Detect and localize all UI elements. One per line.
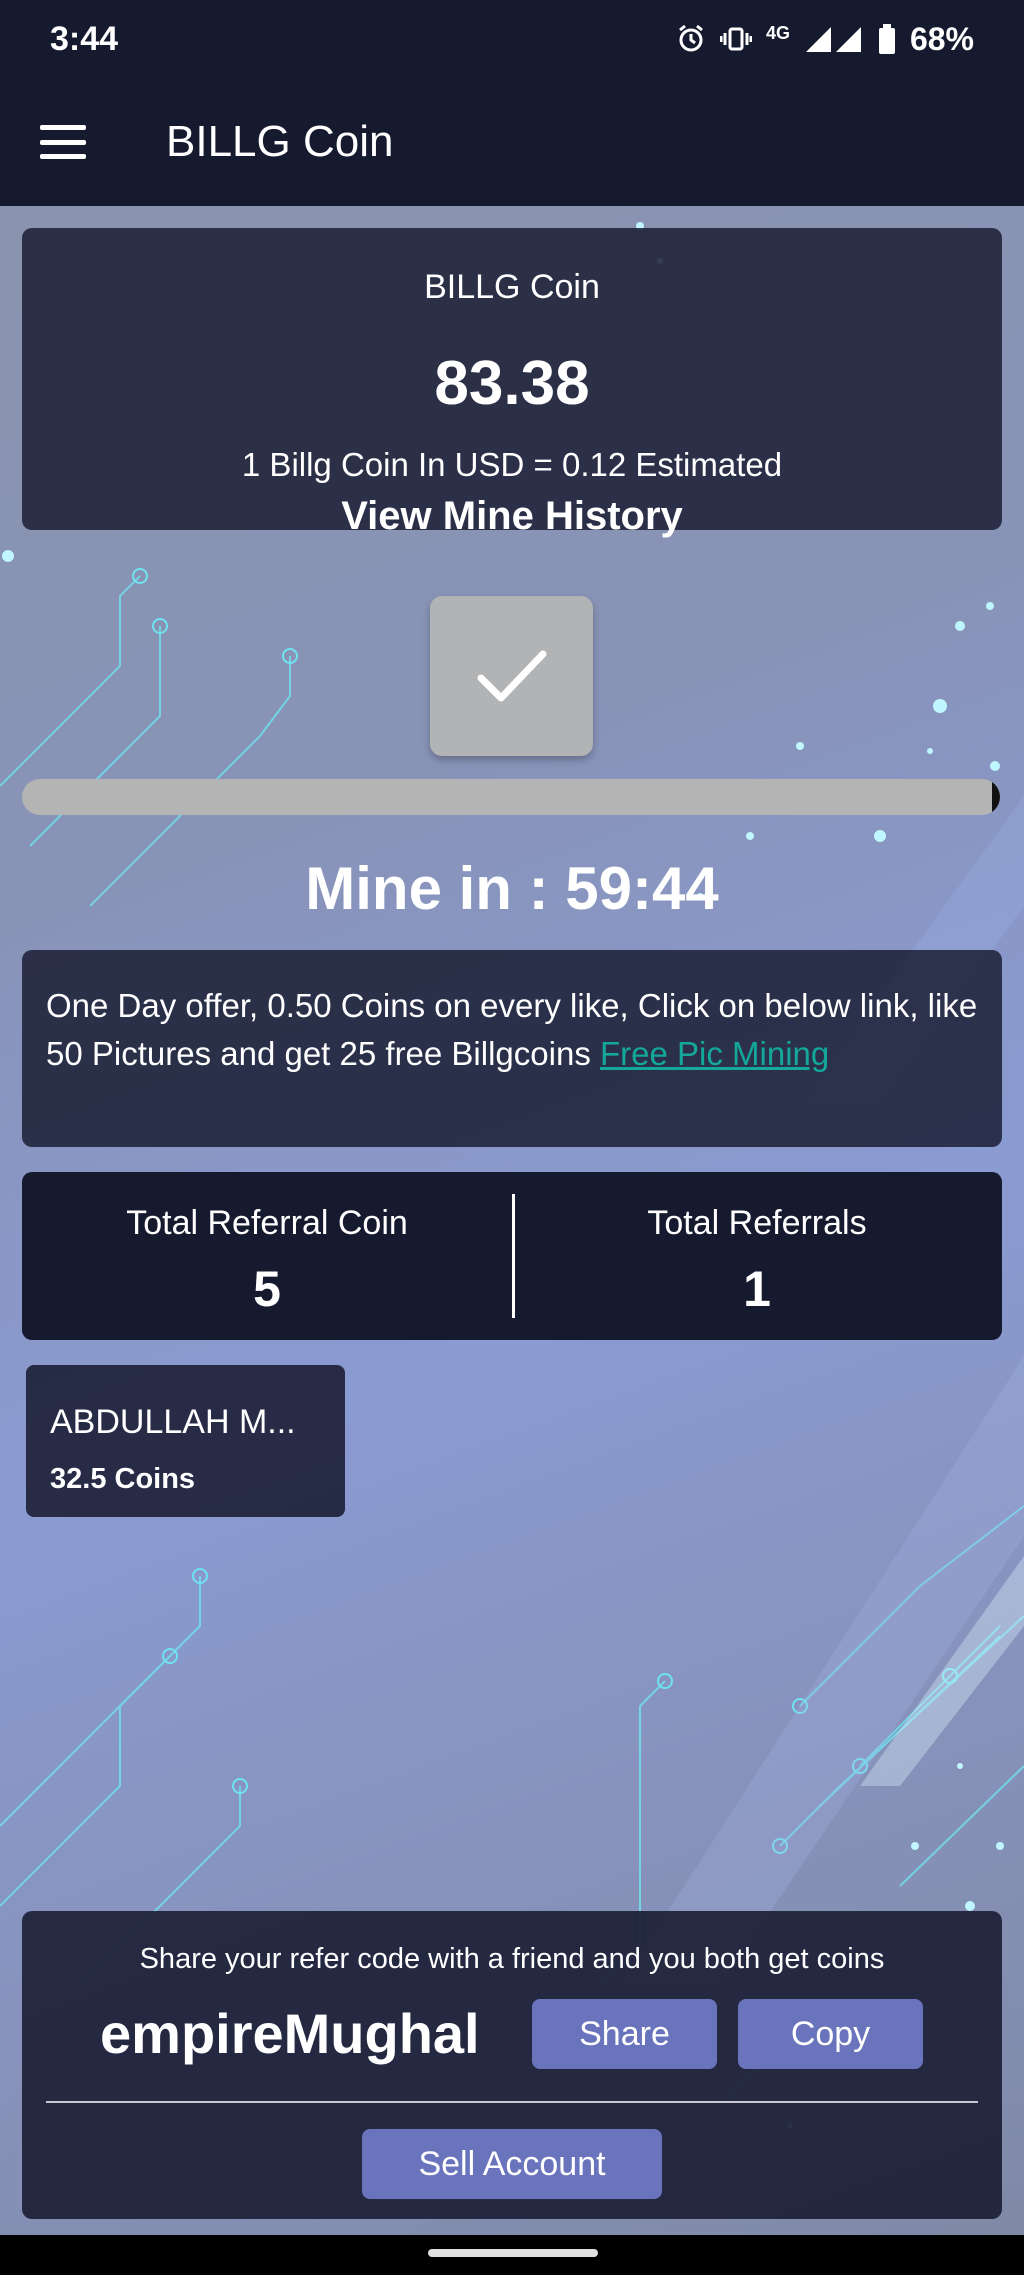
share-card: Share your refer code with a friend and … — [22, 1911, 1002, 2219]
referral-coin-label: Total Referral Coin — [126, 1204, 408, 1242]
network-type: 4G — [765, 22, 790, 43]
offer-text-block: One Day offer, 0.50 Coins on every like,… — [46, 982, 978, 1078]
referral-coin-stat: Total Referral Coin 5 — [22, 1172, 512, 1340]
mine-timer: Mine in : 59:44 — [305, 855, 719, 922]
referral-count-label: Total Referrals — [647, 1204, 867, 1242]
system-nav-bar — [0, 2235, 1024, 2275]
free-pic-mining-link[interactable]: Free Pic Mining — [600, 1035, 829, 1072]
main-content: BILLG Coin 83.38 1 Billg Coin In USD = 0… — [0, 206, 1024, 2235]
status-time: 3:44 — [50, 19, 119, 58]
coin-balance: 83.38 — [434, 349, 590, 418]
mine-button[interactable] — [430, 596, 593, 756]
view-mine-history-link[interactable]: View Mine History — [0, 494, 1024, 539]
referral-coin-value: 5 — [253, 1261, 281, 1317]
checkmark-icon — [477, 650, 546, 702]
coin-balance-card: BILLG Coin 83.38 1 Billg Coin In USD = 0… — [22, 228, 1002, 530]
alarm-icon — [676, 24, 706, 54]
share-button[interactable]: Share — [532, 1999, 717, 2069]
offer-card: One Day offer, 0.50 Coins on every like,… — [22, 950, 1002, 1147]
home-gesture-handle[interactable] — [428, 2249, 598, 2257]
referral-user-coins: 32.5 Coins — [50, 1463, 196, 1495]
copy-button[interactable]: Copy — [738, 1999, 923, 2069]
hamburger-menu-icon[interactable] — [40, 125, 86, 159]
refer-code: empireMughal — [100, 2002, 480, 2065]
vibrate-icon — [719, 25, 752, 53]
referral-stats-card: Total Referral Coin 5 Total Referrals 1 — [22, 1172, 1002, 1340]
status-bar: 3:44 4G 68% — [0, 0, 1024, 78]
referral-user-card[interactable]: ABDULLAH M... 32.5 Coins — [26, 1365, 345, 1517]
sell-account-button[interactable]: Sell Account — [362, 2129, 662, 2199]
referral-count-stat: Total Referrals 1 — [512, 1172, 1002, 1340]
share-instructions: Share your refer code with a friend and … — [139, 1943, 885, 1975]
battery-level: 68% — [909, 20, 974, 57]
offer-text: One Day offer, 0.50 Coins on every like,… — [46, 987, 978, 1072]
mine-progress-bar — [22, 779, 1000, 815]
coin-label: BILLG Coin — [424, 268, 600, 306]
signal-icon — [804, 25, 864, 53]
divider — [46, 2101, 978, 2103]
referral-count-value: 1 — [743, 1261, 771, 1317]
app-bar: BILLG Coin — [0, 78, 1024, 206]
coin-usd-rate: 1 Billg Coin In USD = 0.12 Estimated — [241, 446, 783, 483]
battery-icon — [878, 24, 896, 54]
app-title: BILLG Coin — [166, 117, 394, 166]
mine-progress-fill — [992, 779, 1000, 815]
referral-user-name: ABDULLAH M... — [50, 1403, 296, 1441]
status-icons: 4G 68% — [676, 21, 974, 58]
